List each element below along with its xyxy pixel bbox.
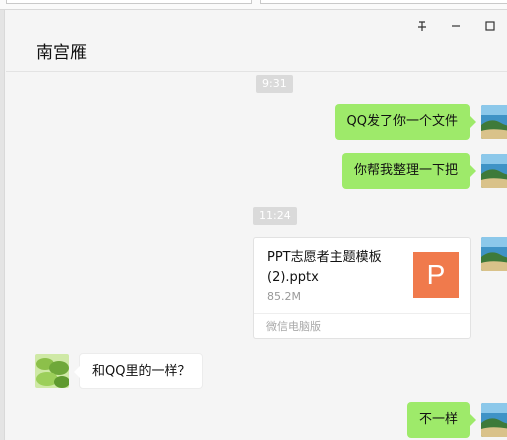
message-bubble-self[interactable]: 你帮我整理一下把 bbox=[341, 153, 477, 189]
parent-window-segment bbox=[260, 0, 507, 4]
file-size: 85.2M bbox=[267, 290, 301, 303]
window-controls bbox=[405, 16, 507, 36]
avatar-self[interactable] bbox=[481, 403, 507, 437]
ppt-file-icon: P bbox=[413, 252, 459, 298]
message-bubble-self[interactable]: 不一样 bbox=[406, 402, 477, 438]
avatar-self[interactable] bbox=[481, 237, 507, 271]
maximize-icon[interactable] bbox=[473, 16, 507, 36]
minimize-icon[interactable] bbox=[439, 16, 473, 36]
avatar-contact[interactable] bbox=[35, 354, 69, 388]
parent-window-edge bbox=[0, 0, 507, 10]
message-timestamp: 9:31 bbox=[256, 75, 293, 93]
parent-window-segment bbox=[6, 0, 252, 4]
file-name: PPT志愿者主题模板(2).pptx bbox=[267, 250, 382, 285]
message-bubble-contact[interactable]: 和QQ里的一样？ bbox=[73, 353, 204, 389]
file-source-label: 微信电脑版 bbox=[266, 320, 321, 333]
session-list-edge bbox=[0, 10, 5, 440]
chat-header: 南宫雁 bbox=[6, 10, 507, 72]
avatar-self[interactable] bbox=[481, 105, 507, 139]
pin-icon[interactable] bbox=[405, 16, 439, 36]
file-message-card[interactable]: PPT志愿者主题模板(2).pptx 85.2M P 微信电脑版 bbox=[253, 237, 471, 339]
avatar-self[interactable] bbox=[481, 154, 507, 188]
message-bubble-self[interactable]: QQ发了你一个文件 bbox=[334, 104, 477, 140]
message-timestamp: 11:24 bbox=[253, 207, 297, 225]
message-list[interactable]: 9:31 QQ发了你一个文件 你帮我整理一下把 11:24 PPT志愿者主题模板… bbox=[6, 73, 507, 440]
file-card-divider bbox=[254, 313, 470, 314]
chat-title: 南宫雁 bbox=[36, 43, 87, 63]
